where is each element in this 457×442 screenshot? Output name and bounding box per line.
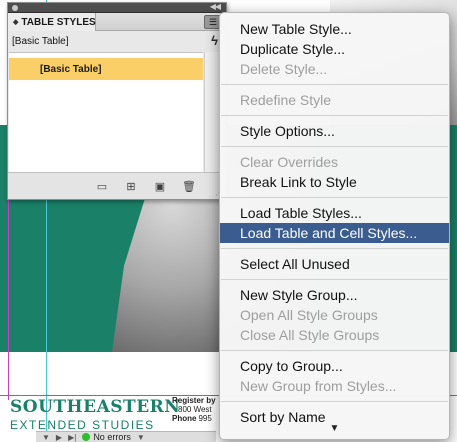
panel-menu-icon: ☰: [208, 16, 218, 27]
trash-icon[interactable]: 🗑: [182, 180, 196, 193]
preflight-menu-icon[interactable]: ▼: [137, 433, 145, 442]
menu-separator: [221, 197, 448, 198]
menu-separator: [221, 248, 448, 249]
new-style-icon[interactable]: ▣: [153, 180, 167, 193]
panel-footer: ▭ ⊞ ▣ 🗑 ⋰: [8, 172, 226, 199]
register-line2: 800 West: [178, 405, 212, 414]
menu-separator: [221, 84, 448, 85]
menu-item-redefine-style: Redefine Style: [240, 92, 332, 108]
panel-collapse-icon[interactable]: ◀◀: [210, 2, 221, 11]
brand-logo: SOUTHEASTERN EXTENDED STUDIES: [10, 397, 180, 432]
current-style-row: [Basic Table] ϟ: [8, 31, 226, 51]
last-page-icon[interactable]: ▶|: [68, 433, 76, 442]
register-phone-label: Phone: [172, 414, 197, 423]
menu-item-new-table-style[interactable]: New Table Style...: [220, 19, 449, 39]
tab-expand-icon: ◆: [13, 19, 19, 26]
menu-separator: [221, 279, 448, 280]
status-bar: ▼ ▶ ▶| No errors ▼: [36, 431, 216, 442]
register-line1: Register by: [172, 396, 216, 405]
menu-item-delete-style: Delete Style...: [240, 61, 328, 77]
menu-item-select-all-unused[interactable]: Select All Unused: [220, 254, 449, 274]
menu-separator: [221, 401, 448, 402]
folder-icon[interactable]: ▭: [95, 180, 109, 193]
menu-item-duplicate-style[interactable]: Duplicate Style...: [220, 39, 449, 59]
tab-table-styles[interactable]: ◆ TABLE STYLES: [8, 13, 96, 31]
menu-items: New Table Style... Duplicate Style... Dele…: [220, 19, 449, 427]
page-dropdown-icon[interactable]: ▼: [42, 433, 50, 442]
menu-item-load-table-and-cell-styles[interactable]: Load Table and Cell Styles...: [220, 223, 449, 243]
brand-name: SOUTHEASTERN: [10, 397, 181, 417]
panel-close-icon[interactable]: [12, 5, 18, 11]
menu-item-new-group-from-styles: New Group from Styles...: [240, 378, 397, 394]
preflight-status[interactable]: No errors: [82, 432, 131, 442]
menu-scroll-down-icon[interactable]: ▼: [220, 423, 449, 434]
tab-table-styles-label: TABLE STYLES: [21, 16, 96, 28]
menu-item-load-table-styles[interactable]: Load Table Styles...: [220, 203, 449, 223]
lightning-icon[interactable]: ϟ: [211, 33, 218, 48]
margin-guide-vertical: [8, 200, 9, 400]
table-styles-panel: ◀◀ ◆ TABLE STYLES ☰ [Basic Table] ϟ [Bas…: [7, 2, 227, 200]
menu-separator: [221, 115, 448, 116]
list-item-label: [Basic Table]: [40, 63, 102, 75]
menu-item-style-options[interactable]: Style Options...: [220, 121, 449, 141]
menu-separator: [221, 146, 448, 147]
preflight-status-text: No errors: [93, 432, 131, 442]
register-text: Register by 800 West Phone 995: [172, 396, 216, 423]
next-page-icon[interactable]: ▶: [56, 433, 62, 442]
menu-item-copy-to-group[interactable]: Copy to Group...: [220, 356, 449, 376]
register-phone: 995: [198, 414, 212, 423]
panel-context-menu: New Table Style... Duplicate Style... Dele…: [219, 12, 450, 440]
panel-titlebar[interactable]: ◀◀: [8, 2, 226, 13]
new-from-styles-icon[interactable]: ⊞: [124, 180, 138, 193]
style-list: [Basic Table]: [9, 52, 203, 173]
register-phone-row: Phone 995: [172, 414, 216, 423]
menu-item-clear-overrides: Clear Overrides: [240, 154, 339, 170]
menu-item-close-all-style-groups: Close All Style Groups: [240, 327, 380, 343]
panel-tab-row: ◆ TABLE STYLES ☰: [8, 13, 226, 31]
menu-item-break-link-to-style[interactable]: Break Link to Style: [220, 172, 449, 192]
status-dot-icon: [82, 433, 91, 441]
brand-subtitle: EXTENDED STUDIES: [10, 418, 155, 432]
current-style-label: [Basic Table]: [12, 35, 69, 47]
list-item-basic-table[interactable]: [Basic Table]: [9, 58, 203, 80]
menu-item-open-all-style-groups: Open All Style Groups: [240, 307, 378, 323]
menu-item-new-style-group[interactable]: New Style Group...: [220, 285, 449, 305]
menu-separator: [221, 350, 448, 351]
